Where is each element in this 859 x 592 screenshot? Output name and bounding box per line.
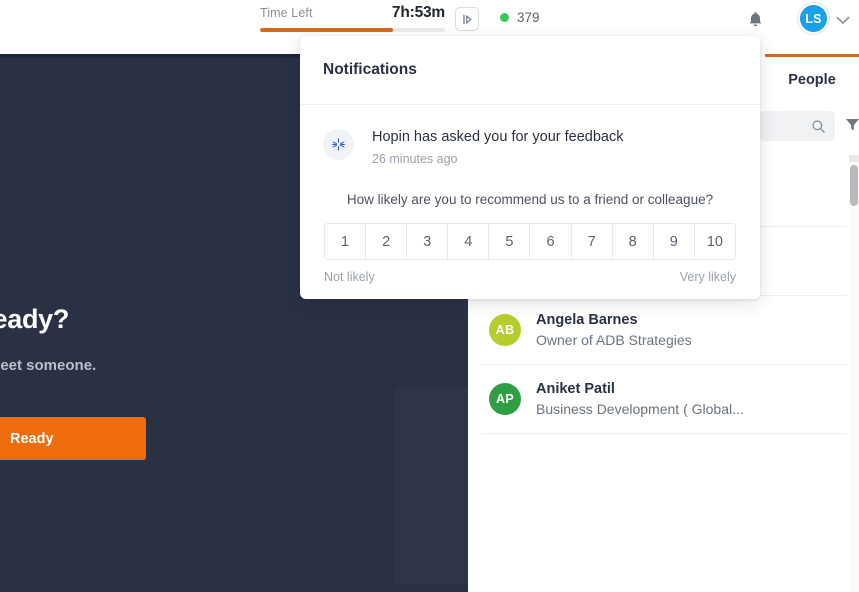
list-item[interactable]: AP Aniket Patil Business Development ( Glo… <box>481 365 847 434</box>
attendee-count-value: 379 <box>517 10 540 25</box>
search-icon <box>812 119 825 133</box>
filter-icon <box>845 119 859 131</box>
avatar: AB <box>489 314 521 346</box>
people-scrollbar-track[interactable] <box>849 162 859 592</box>
person-role: Owner of ADB Strategies <box>536 331 692 348</box>
nps-option-5[interactable]: 5 <box>489 224 531 259</box>
timer-progress-track <box>260 28 445 32</box>
nps-option-3[interactable]: 3 <box>407 224 449 259</box>
avatar: AP <box>489 383 521 415</box>
event-timer: Time Left 7h:53m <box>260 4 445 36</box>
person-name: Angela Barnes <box>536 311 638 328</box>
nps-high-label: Very likely <box>679 270 736 284</box>
hopin-logo-icon <box>323 129 354 160</box>
ready-button[interactable]: Ready <box>0 417 146 460</box>
nps-legend: Not likely Very likely <box>324 270 736 284</box>
user-avatar[interactable]: LS <box>798 3 829 34</box>
app-root: you ready? below to meet someone. Ready … <box>0 0 859 592</box>
filter-button[interactable] <box>844 116 859 138</box>
panel-expand-icon <box>462 14 471 24</box>
notifications-button[interactable] <box>742 6 768 32</box>
attendee-count: 379 <box>500 10 540 25</box>
notifications-dropdown-header: Notifications <box>300 36 760 105</box>
notification-item[interactable]: Hopin has asked you for your feedback 26… <box>300 105 760 284</box>
nps-option-6[interactable]: 6 <box>530 224 572 259</box>
timer-label: Time Left <box>260 6 313 20</box>
search-input[interactable] <box>760 111 835 141</box>
bell-icon <box>749 11 761 26</box>
nps-option-1[interactable]: 1 <box>325 224 367 259</box>
notification-timestamp: 26 minutes ago <box>372 152 458 166</box>
timer-value: 7h:53m <box>391 4 445 21</box>
hopin-logo-glyph <box>331 137 346 152</box>
nps-option-8[interactable]: 8 <box>612 224 654 259</box>
nps-low-label: Not likely <box>324 270 375 284</box>
online-status-dot <box>500 13 509 22</box>
nps-option-2[interactable]: 2 <box>366 224 408 259</box>
panel-expand-button[interactable] <box>455 7 479 31</box>
notification-title: Hopin has asked you for your feedback <box>372 129 624 145</box>
nps-option-7[interactable]: 7 <box>571 224 613 259</box>
notifications-title: Notifications <box>323 61 417 78</box>
stage-heading: you ready? <box>0 304 70 334</box>
nps-option-4[interactable]: 4 <box>448 224 490 259</box>
nps-survey: How likely are you to recommend us to a … <box>323 191 737 284</box>
stage-subtitle: below to meet someone. <box>0 357 97 374</box>
user-menu-button[interactable] <box>836 12 850 30</box>
nps-scale[interactable]: 1 2 3 4 5 6 7 8 9 10 <box>324 223 736 260</box>
person-role: Business Development ( Global... <box>536 400 744 417</box>
nps-option-10[interactable]: 10 <box>694 224 735 259</box>
person-name: Aniket Patil <box>536 380 615 397</box>
list-item[interactable]: AB Angela Barnes Owner of ADB Strategies <box>481 296 847 365</box>
tab-people[interactable]: People <box>765 54 859 102</box>
chevron-down-icon <box>836 16 850 24</box>
nps-question: How likely are you to recommend us to a … <box>346 192 714 207</box>
timer-progress-fill <box>260 28 394 32</box>
people-scrollbar-thumb[interactable] <box>850 165 858 206</box>
nps-option-9[interactable]: 9 <box>653 224 695 259</box>
video-tile-placeholder <box>394 388 468 584</box>
tab-people-label: People <box>788 71 836 88</box>
notifications-dropdown: Notifications Hopin has asked you for yo… <box>300 36 760 299</box>
